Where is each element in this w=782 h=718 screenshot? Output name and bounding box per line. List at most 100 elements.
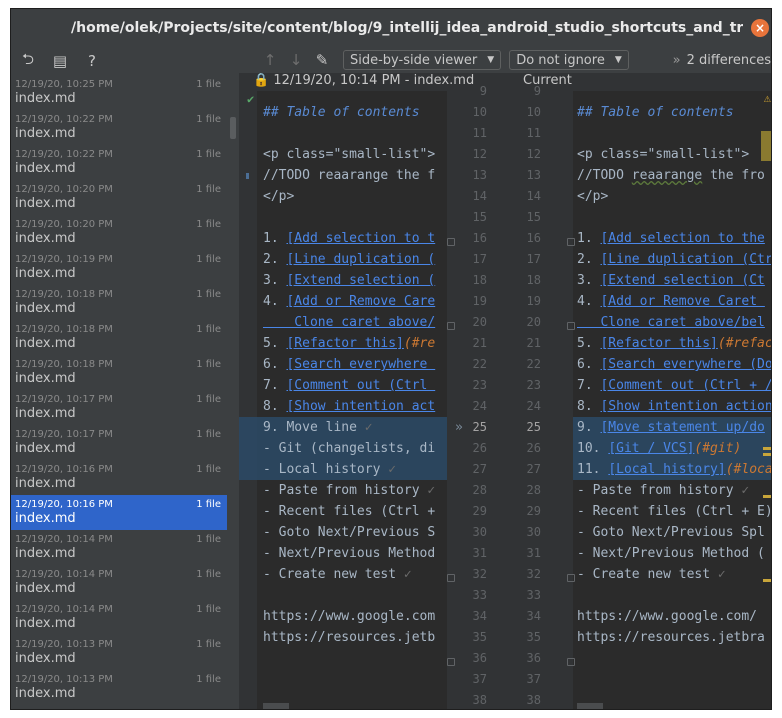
markdown-link[interactable]: [Search everywhere <box>286 357 435 372</box>
fold-icon[interactable] <box>567 574 575 582</box>
revision-list-item[interactable]: 12/19/20, 10:16 PM 1 file index.md <box>11 495 227 530</box>
revision-file-name: index.md <box>15 301 76 316</box>
code-line: - Recent files (Ctrl + <box>263 504 444 519</box>
help-icon[interactable]: ? <box>83 52 101 70</box>
markdown-link[interactable]: [Add selection to the <box>600 231 764 246</box>
markdown-link[interactable]: [Refactor this] <box>600 336 717 351</box>
revision-list-item[interactable]: 12/19/20, 10:14 PM 1 file index.md <box>11 565 227 600</box>
differences-label: 2 differences <box>686 52 771 68</box>
markdown-link[interactable]: [Refactor this] <box>286 336 403 351</box>
check-icon: ✔ <box>247 92 255 106</box>
revert-icon[interactable]: ⮌ <box>19 49 37 74</box>
line-number: 19 <box>526 294 541 308</box>
revision-list-item[interactable]: 12/19/20, 10:14 PM 1 file index.md <box>11 530 227 565</box>
revision-list-item[interactable]: 12/19/20, 10:18 PM 1 file index.md <box>11 285 227 320</box>
markdown-link[interactable]: [Show intention act <box>286 399 435 414</box>
revision-file-name: index.md <box>15 546 76 561</box>
revision-file-count: 1 file <box>196 114 221 125</box>
markdown-link[interactable]: [Add selection to t <box>286 231 435 246</box>
markdown-link[interactable]: [Add or Remove Care <box>286 294 435 309</box>
revision-file-name: index.md <box>15 126 76 141</box>
scrollbar-thumb[interactable] <box>230 117 236 139</box>
revision-date: 12/19/20, 10:19 PM <box>15 254 113 265</box>
revision-file-name: index.md <box>15 336 76 351</box>
error-stripe-marker[interactable] <box>763 447 771 450</box>
markdown-link[interactable]: Clone caret above/ <box>263 315 435 330</box>
revision-date: 12/19/20, 10:22 PM <box>15 149 113 160</box>
fold-icon[interactable] <box>567 238 575 246</box>
revision-list-scrollbar[interactable] <box>229 75 237 709</box>
right-editor-pane[interactable]: ## Table of contents <p class="small-lis… <box>577 91 771 709</box>
revision-list-item[interactable]: 12/19/20, 10:18 PM 1 file index.md <box>11 355 227 390</box>
markdown-link[interactable]: [Line duplication ( <box>286 252 435 267</box>
markdown-link[interactable]: [Extend selection ( <box>286 273 435 288</box>
error-stripe-marker[interactable] <box>761 131 771 161</box>
code-line: <p class="small-list"> <box>577 147 750 162</box>
error-stripe-marker[interactable] <box>763 495 771 498</box>
fold-icon[interactable] <box>567 322 575 330</box>
close-button[interactable]: × <box>751 19 769 37</box>
revision-list-item[interactable]: 12/19/20, 10:16 PM 1 file index.md <box>11 460 227 495</box>
chevron-right-icon[interactable]: » <box>673 53 681 68</box>
markdown-link[interactable]: [Comment out (Ctrl <box>286 378 435 393</box>
revision-list-item[interactable]: 12/19/20, 10:20 PM 1 file index.md <box>11 180 227 215</box>
left-editor-pane[interactable]: ## Table of contents <p class="small-lis… <box>263 91 447 709</box>
fold-icon[interactable] <box>567 658 575 666</box>
markdown-link[interactable]: [Add or Remove Caret <box>600 294 764 309</box>
revision-list-item[interactable]: 12/19/20, 10:19 PM 1 file index.md <box>11 250 227 285</box>
markdown-link[interactable]: [Comment out (Ctrl + / <box>600 378 771 393</box>
ignore-whitespace-dropdown[interactable]: Do not ignore ▼ <box>509 50 629 70</box>
warning-icon[interactable]: ⚠ <box>764 91 771 105</box>
fold-icon[interactable] <box>447 322 455 330</box>
markdown-link[interactable]: [Line duplication (Ctr <box>600 252 771 267</box>
revision-file-count: 1 file <box>196 464 221 475</box>
revision-list-item[interactable]: 12/19/20, 10:17 PM 1 file index.md <box>11 425 227 460</box>
revision-list-item[interactable]: 12/19/20, 10:22 PM 1 file index.md <box>11 110 227 145</box>
revision-date: 12/19/20, 10:20 PM <box>15 184 113 195</box>
left-horizontal-scrollbar[interactable] <box>263 703 289 709</box>
copy-icon[interactable]: ▤ <box>51 52 69 70</box>
revision-list-item[interactable]: 12/19/20, 10:13 PM 1 file index.md <box>11 670 227 705</box>
code-line: - Git (changelists, di <box>263 441 436 456</box>
revision-file-count: 1 file <box>196 289 221 300</box>
revision-list-item[interactable]: 12/19/20, 10:14 PM 1 file index.md <box>11 600 227 635</box>
diff-editor[interactable]: ✔ ## Table of contents <p class="small-l… <box>239 84 771 709</box>
markdown-link[interactable]: [Search everywhere (Do <box>600 357 771 372</box>
fold-icon[interactable] <box>447 574 455 582</box>
line-number: 33 <box>526 588 541 602</box>
revision-list-item[interactable]: 12/19/20, 10:22 PM 1 file index.md <box>11 145 227 180</box>
revision-date: 12/19/20, 10:13 PM <box>15 639 113 650</box>
markdown-link[interactable]: [Show intention action <box>600 399 771 414</box>
markdown-link[interactable]: [Git / VCS] <box>608 441 694 456</box>
fold-icon[interactable] <box>447 238 455 246</box>
ignore-mode-label: Do not ignore <box>516 52 605 68</box>
code-line: - Paste from history <box>263 483 428 498</box>
markdown-link[interactable]: Clone caret above/bel <box>577 315 764 330</box>
apply-change-icon[interactable]: » <box>455 417 463 438</box>
change-marker <box>246 173 249 179</box>
revision-list-item[interactable]: 12/19/20, 10:18 PM 1 file index.md <box>11 320 227 355</box>
list-number: 11. <box>577 462 609 477</box>
markdown-link[interactable]: [Extend selection (Ct <box>600 273 764 288</box>
line-number: 16 <box>526 231 541 245</box>
line-number: 36 <box>526 651 541 665</box>
markdown-link[interactable]: [Move statement up/do <box>600 420 764 435</box>
markdown-link[interactable]: [Local history] <box>608 462 725 477</box>
revision-list-item[interactable]: 12/19/20, 10:13 PM 1 file index.md <box>11 635 227 670</box>
fold-icon[interactable] <box>447 658 455 666</box>
edit-source-icon[interactable]: ✎ <box>309 51 335 69</box>
next-difference-icon[interactable]: ↓ <box>283 51 309 69</box>
viewer-mode-dropdown[interactable]: Side-by-side viewer ▼ <box>343 50 502 70</box>
error-stripe-marker[interactable] <box>763 579 771 582</box>
revision-list-item[interactable]: 12/19/20, 10:17 PM 1 file index.md <box>11 390 227 425</box>
previous-difference-icon[interactable]: ↑ <box>257 51 283 69</box>
revision-list-item[interactable]: 12/19/20, 10:20 PM 1 file index.md <box>11 215 227 250</box>
revision-file-name: index.md <box>15 441 76 456</box>
revision-list-item[interactable]: 12/19/20, 10:25 PM 1 file index.md <box>11 75 227 110</box>
revision-date: 12/19/20, 10:18 PM <box>15 324 113 335</box>
line-number: 11 <box>526 126 541 140</box>
error-stripe-marker[interactable] <box>763 453 771 456</box>
line-number: 32 <box>526 567 541 581</box>
revision-file-count: 1 file <box>196 534 221 545</box>
right-horizontal-scrollbar[interactable] <box>577 703 603 709</box>
